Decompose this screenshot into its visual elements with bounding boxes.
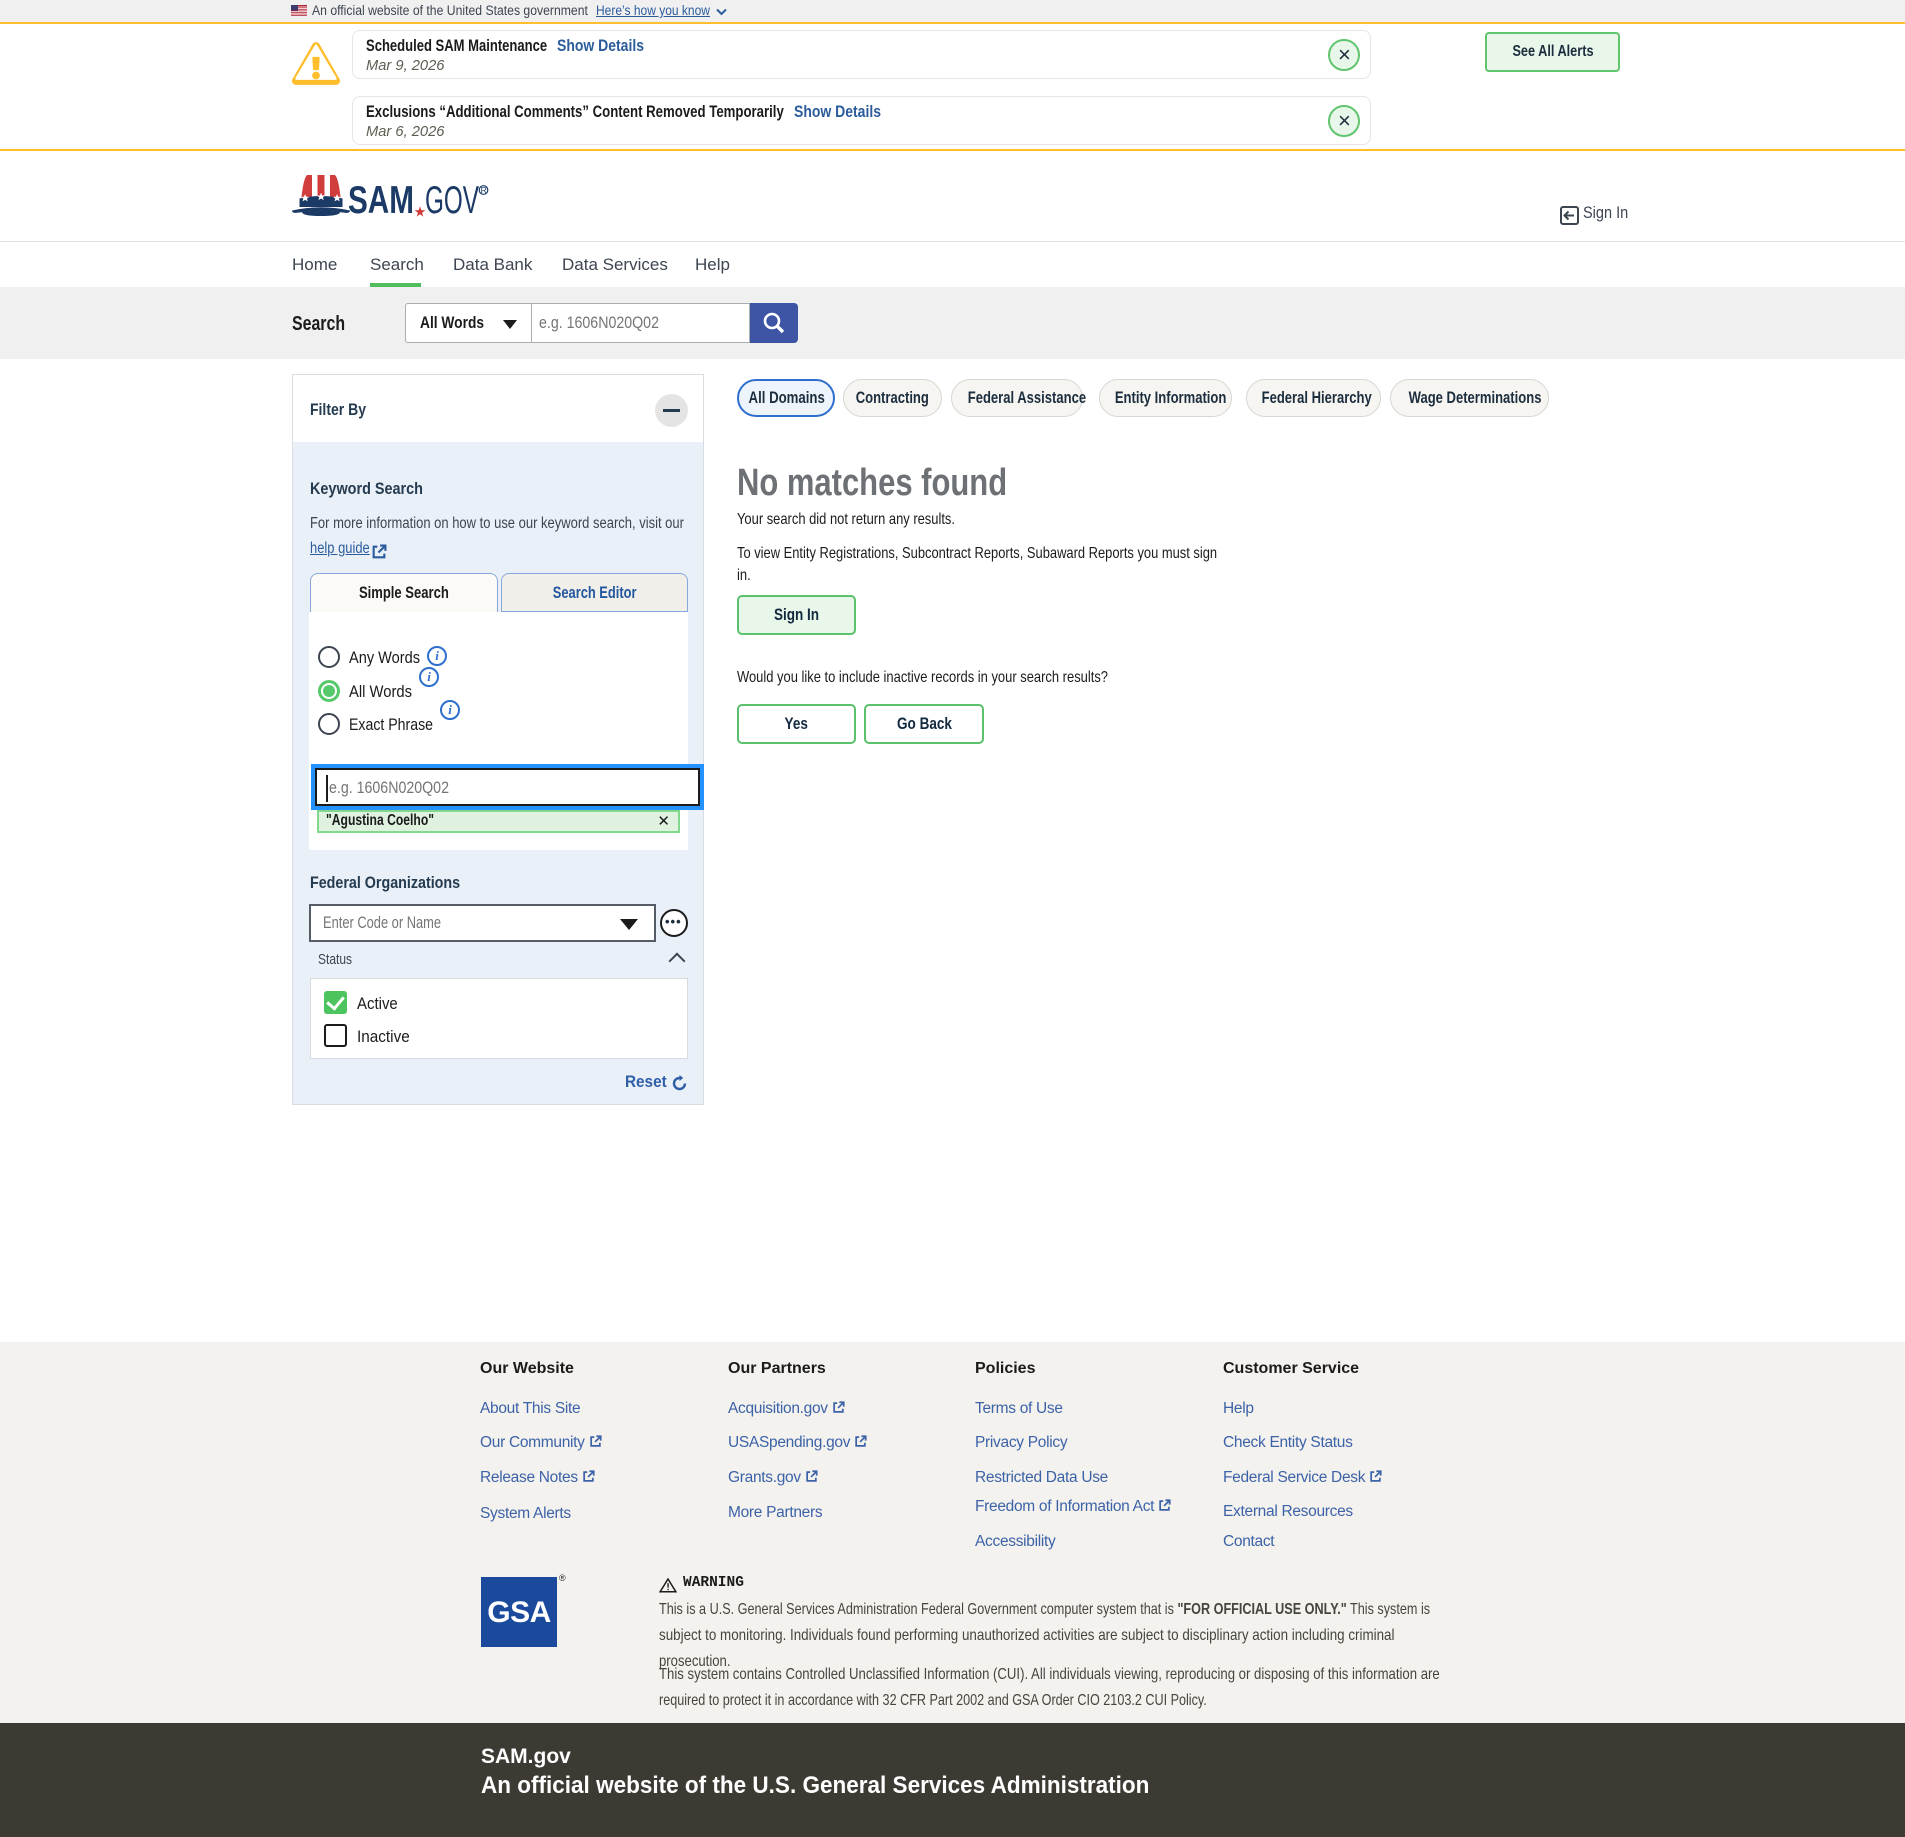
svg-text:SAM: SAM <box>348 179 414 222</box>
svg-text:GOV: GOV <box>425 179 479 222</box>
svg-text:R: R <box>481 185 487 195</box>
